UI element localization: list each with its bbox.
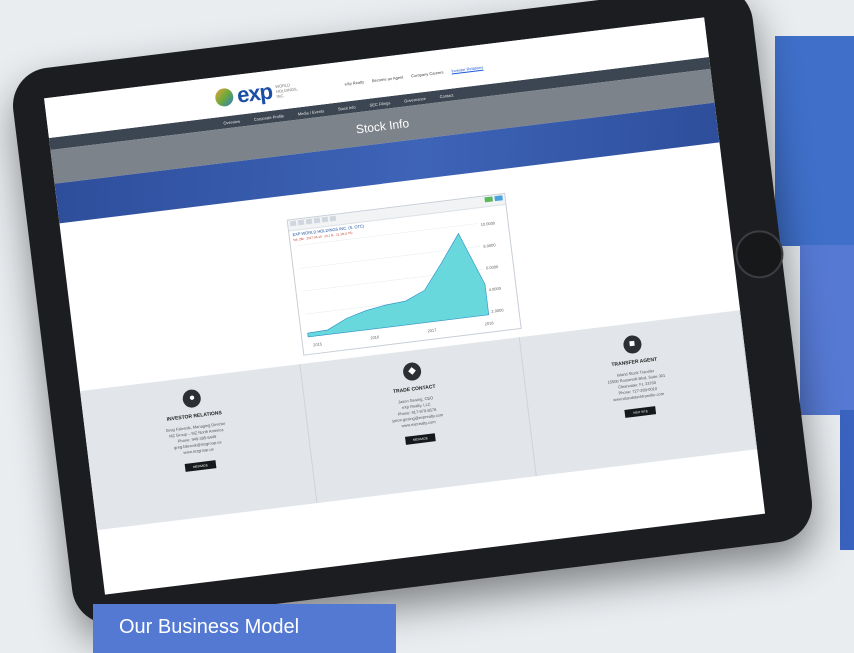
brand-name: exp [235,78,274,108]
indicator-tool-icon[interactable] [313,217,321,224]
x-tick-label: 2018 [484,320,494,326]
nav-item-media-events[interactable]: Media / Events [297,108,324,116]
background-tile [775,36,854,246]
card-transfer-agent: ■ TRANSFER AGENT Island Stock Transfer 1… [520,310,758,477]
top-link-investor-relations[interactable]: Investor Relations [451,65,483,74]
visit-site-button[interactable]: VISIT SITE [624,406,657,418]
compare-tool-icon[interactable] [305,218,313,225]
brand-logo[interactable]: exp WORLD HOLDINGS, INC. [214,75,307,112]
x-tick-label: 2017 [427,327,437,333]
nav-item-stock-info[interactable]: Stock Info [338,104,356,111]
background-tile [800,245,854,415]
nav-item-contact[interactable]: Contact [439,92,453,99]
nav-item-governance[interactable]: Governance [404,95,426,103]
top-links: eXp Realty Become an Agent Company Caree… [344,65,483,87]
contact-cards: ● INVESTOR RELATIONS Greg Falesnik, Mana… [80,310,758,531]
caption-banner: Our Business Model [93,604,396,653]
tablet-device: exp WORLD HOLDINGS, INC. eXp Realty Beco… [8,0,817,629]
top-link-become-agent[interactable]: Become an Agent [372,74,404,83]
y-tick-label: 6.0000 [486,264,500,271]
nav-item-corporate-profile[interactable]: Corporate Profile [254,113,285,122]
period-tool-icon[interactable] [297,219,305,226]
chart-series-area [307,232,490,338]
chart-buttons [484,195,503,203]
caption-text: Our Business Model [119,616,300,638]
globe-icon [214,87,235,108]
nav-item-sec-filings[interactable]: SEC Filings [369,100,390,108]
x-tick-label: 2016 [370,334,380,340]
stock-chart[interactable]: EXP WORLD HOLDINGS INC. (S. OTC) Vol: 28… [286,192,522,356]
y-tick-label: 10.0000 [480,220,496,227]
brand-subtitle: WORLD HOLDINGS, INC. [274,81,298,99]
card-trade-contact: ◆ TRADE CONTACT Jason Gesing, CEO eXp Re… [300,337,538,504]
tablet-screen: exp WORLD HOLDINGS, INC. eXp Realty Beco… [44,17,766,595]
x-tick-label: 2015 [313,341,323,347]
card-investor-relations: ● INVESTOR RELATIONS Greg Falesnik, Mana… [80,364,318,531]
nav-item-overview[interactable]: Overview [223,118,240,125]
y-tick-label: 4.0000 [488,286,502,293]
top-link-exp-realty[interactable]: eXp Realty [344,79,364,86]
y-tick-label: 2.0000 [491,307,505,314]
chart-expand-button[interactable] [494,195,503,202]
person-icon: ● [182,388,203,409]
y-tick-label: 8.0000 [483,242,497,249]
zoom-tool-icon[interactable] [289,220,297,227]
top-link-careers[interactable]: Company Careers [411,70,444,79]
document-icon: ■ [622,334,643,355]
handshake-icon: ◆ [402,361,423,382]
settings-tool-icon[interactable] [329,215,337,222]
draw-tool-icon[interactable] [321,216,329,223]
message-button[interactable]: MESSAGE [404,433,437,445]
message-button[interactable]: MESSAGE [184,460,217,472]
chart-mode-button[interactable] [484,196,493,203]
background-tile [840,410,854,550]
